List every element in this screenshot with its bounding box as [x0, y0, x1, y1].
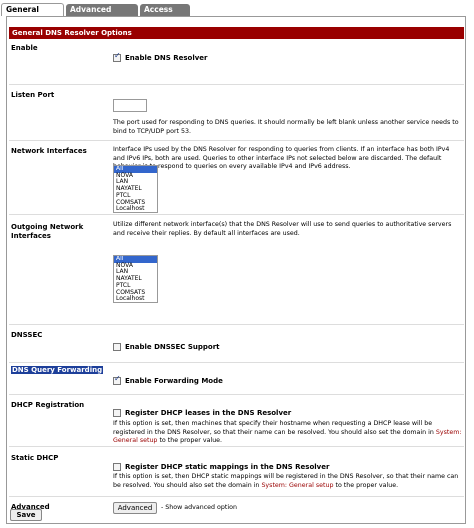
dhcp-registration-description-end: to the proper value. [157, 437, 223, 444]
static-dhcp-checkbox-label: Register DHCP static mappings in the DNS… [125, 463, 330, 471]
dhcp-registration-checkbox-label: Register DHCP leases in the DNS Resolver [125, 409, 292, 417]
network-interfaces-description: Interface IPs used by the DNS Resolver f… [113, 146, 450, 170]
static-dhcp-description: If this option is set, then DHCP static … [113, 473, 463, 490]
outgoing-interfaces-listbox[interactable]: All NOVA LAN NAYATEL PTCL COMSATS Localh… [113, 255, 158, 303]
outgoing-interfaces-description: Utilize different network interface(s) t… [113, 221, 452, 237]
dhcp-registration-description: If this option is set, then machines tha… [113, 420, 463, 446]
forwarding-checkbox[interactable] [113, 375, 121, 386]
section-header: General DNS Resolver Options [9, 27, 464, 39]
listen-port-label: Listen Port [11, 91, 55, 99]
listen-port-description: The port used for responding to DNS quer… [113, 119, 459, 135]
system-general-setup-link[interactable]: System: General setup [261, 482, 333, 489]
forwarding-row: DNS Query Forwarding Enable Forwarding M… [9, 363, 464, 395]
save-button[interactable]: Save [10, 509, 42, 521]
dhcp-registration-checkbox[interactable] [113, 409, 121, 418]
tab-access-lists[interactable]: Access Lists [140, 4, 190, 26]
listen-port-row: Listen Port The port used for responding… [9, 85, 464, 141]
network-interfaces-listbox[interactable]: All NOVA LAN NAYATEL PTCL COMSATS Localh… [113, 165, 158, 213]
settings-panel: General DNS Resolver Options Enable Enab… [6, 16, 466, 524]
static-dhcp-row: Static DHCP Register DHCP static mapping… [9, 447, 464, 497]
dhcp-registration-control: Register DHCP leases in the DNS Resolver [113, 409, 291, 419]
tab-general-settings[interactable]: General settings [1, 3, 64, 26]
dhcp-registration-description-text: If this option is set, then machines tha… [113, 420, 436, 436]
forwarding-label-text: DNS Query Forwarding [11, 366, 104, 374]
dnssec-label: DNSSEC [11, 331, 43, 339]
enable-row: Enable Enable DNS Resolver [9, 41, 464, 85]
tab-bar: General settings Advanced settings Acces… [0, 0, 474, 26]
outgoing-interfaces-label: Outgoing Network Interfaces [11, 223, 84, 240]
tab-advanced-settings[interactable]: Advanced settings [66, 4, 138, 26]
dnssec-row: DNSSEC Enable DNSSEC Support [9, 325, 464, 363]
static-dhcp-checkbox[interactable] [113, 463, 121, 472]
list-option[interactable]: Localhost [114, 296, 157, 302]
network-interfaces-row: Network Interfaces Interface IPs used by… [9, 141, 464, 215]
enable-label: Enable [11, 44, 38, 52]
enable-control: Enable DNS Resolver [113, 52, 208, 64]
static-dhcp-description-end: to the proper value. [333, 481, 399, 489]
advanced-row: Advanced Advanced - Show advanced option [9, 497, 464, 519]
advanced-button[interactable]: Advanced [113, 502, 157, 514]
list-option[interactable]: Localhost [114, 206, 157, 212]
enable-checkbox[interactable] [113, 52, 121, 63]
listen-port-input[interactable] [113, 99, 147, 112]
static-dhcp-label: Static DHCP [11, 454, 59, 462]
enable-checkbox-label: Enable DNS Resolver [125, 54, 208, 62]
dnssec-checkbox[interactable] [113, 343, 121, 352]
static-dhcp-control: Register DHCP static mappings in the DNS… [113, 463, 329, 473]
dnssec-control: Enable DNSSEC Support [113, 343, 220, 353]
forwarding-checkbox-label: Enable Forwarding Mode [125, 377, 223, 385]
dhcp-registration-label: DHCP Registration [11, 401, 85, 409]
outgoing-interfaces-row: Outgoing Network Interfaces Utilize diff… [9, 215, 464, 325]
dhcp-registration-row: DHCP Registration Register DHCP leases i… [9, 395, 464, 447]
forwarding-control: Enable Forwarding Mode [113, 375, 223, 387]
dnssec-checkbox-label: Enable DNSSEC Support [125, 343, 220, 351]
network-interfaces-label: Network Interfaces [11, 147, 87, 155]
forwarding-label: DNS Query Forwarding [11, 366, 104, 375]
advanced-hint: - Show advanced option [161, 504, 237, 511]
